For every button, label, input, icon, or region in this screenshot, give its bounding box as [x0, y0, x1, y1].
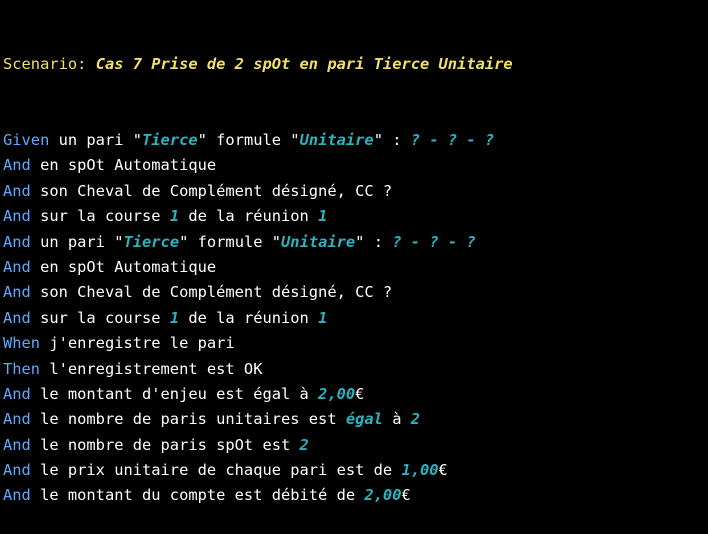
step-text: son Cheval de Complément désigné, CC ?: [30, 283, 393, 302]
step-text: " formule ": [197, 131, 300, 150]
step-text: le montant du compte est débité de: [30, 486, 365, 505]
step-text: " formule ": [179, 232, 282, 251]
step-text: €: [355, 384, 365, 403]
step-parameter: 1: [169, 308, 180, 327]
step-parameter: ? - ? - ?: [410, 131, 495, 150]
step-parameter: 1: [318, 308, 328, 327]
step-line: And le nombre de paris unitaires est éga…: [3, 407, 708, 432]
step-text: €: [401, 486, 411, 505]
step-text: en spOt Automatique: [30, 257, 217, 276]
step-text: le prix unitaire de chaque pari est de: [30, 461, 402, 480]
step-text: " :: [373, 131, 411, 150]
step-text: €: [438, 461, 448, 480]
step-line: And le montant du compte est débité de 2…: [3, 483, 708, 508]
step-parameter: Unitaire: [281, 232, 356, 251]
step-text: en spOt Automatique: [30, 156, 217, 175]
step-line: And le montant d'enjeu est égal à 2,00€: [3, 382, 708, 407]
step-keyword: Given: [3, 131, 50, 150]
step-line: And en spOt Automatique: [3, 153, 708, 178]
step-line: Then l'enregistrement est OK: [3, 357, 708, 382]
step-line: And un pari "Tierce" formule "Unitaire" …: [3, 230, 708, 255]
step-line: And sur la course 1 de la réunion 1: [3, 204, 708, 229]
step-line: Given un pari "Tierce" formule "Unitaire…: [3, 128, 708, 153]
step-text: un pari ": [30, 232, 124, 251]
step-keyword: And: [3, 384, 31, 403]
step-text: sur la course: [30, 207, 170, 226]
step-keyword: And: [3, 207, 31, 226]
step-keyword: And: [3, 181, 31, 200]
step-keyword: And: [3, 308, 31, 327]
step-line: And sur la course 1 de la réunion 1: [3, 306, 708, 331]
step-text: le montant d'enjeu est égal à: [30, 384, 319, 403]
steps-list: Given un pari "Tierce" formule "Unitaire…: [3, 128, 708, 509]
step-keyword: And: [3, 257, 31, 276]
step-line: And le nombre de paris spOt est 2: [3, 433, 708, 458]
step-line: When j'enregistre le pari: [3, 331, 708, 356]
step-keyword: And: [3, 156, 31, 175]
terminal-window: Scenario: Cas 7 Prise de 2 spOt en pari …: [0, 0, 708, 504]
step-parameter: Tierce: [123, 232, 180, 251]
step-text: sur la course: [30, 308, 170, 327]
step-keyword: And: [3, 232, 31, 251]
step-text: à: [382, 410, 411, 429]
step-parameter: ? - ? - ?: [392, 232, 476, 251]
step-parameter: 1,00: [401, 461, 439, 480]
step-parameter: 1: [169, 207, 180, 226]
step-text: le nombre de paris spOt est: [30, 435, 300, 454]
scenario-line: Scenario: Cas 7 Prise de 2 spOt en pari …: [3, 52, 708, 77]
step-keyword: When: [3, 334, 41, 353]
step-keyword: And: [3, 410, 31, 429]
step-line: And en spOt Automatique: [3, 255, 708, 280]
step-parameter: 1: [318, 207, 328, 226]
step-parameter: 2,00: [364, 486, 402, 505]
step-parameter: 2,00: [318, 384, 356, 403]
step-line: And son Cheval de Complément désigné, CC…: [3, 280, 708, 305]
scenario-title: Cas 7 Prise de 2 spOt en pari Tierce Uni…: [95, 54, 513, 73]
step-text: son Cheval de Complément désigné, CC ?: [30, 181, 393, 200]
step-keyword: And: [3, 486, 31, 505]
step-keyword: And: [3, 461, 31, 480]
step-parameter: égal: [345, 410, 383, 429]
step-keyword: And: [3, 435, 31, 454]
step-line: And le prix unitaire de chaque pari est …: [3, 458, 708, 483]
step-parameter: Tierce: [142, 131, 198, 150]
step-text: de la réunion: [179, 308, 319, 327]
step-text: le nombre de paris unitaires est: [30, 410, 346, 429]
step-parameter: 2: [299, 435, 309, 454]
step-text: " :: [355, 232, 393, 251]
step-text: de la réunion: [179, 207, 319, 226]
step-text: un pari ": [49, 131, 143, 150]
step-keyword: And: [3, 283, 31, 302]
step-parameter: Unitaire: [299, 131, 374, 150]
step-text: l'enregistrement est OK: [40, 359, 263, 378]
step-keyword: Then: [3, 359, 41, 378]
step-text: j'enregistre le pari: [40, 334, 235, 353]
scenario-keyword: Scenario:: [3, 54, 87, 73]
step-line: And son Cheval de Complément désigné, CC…: [3, 179, 708, 204]
step-parameter: 2: [410, 410, 421, 429]
